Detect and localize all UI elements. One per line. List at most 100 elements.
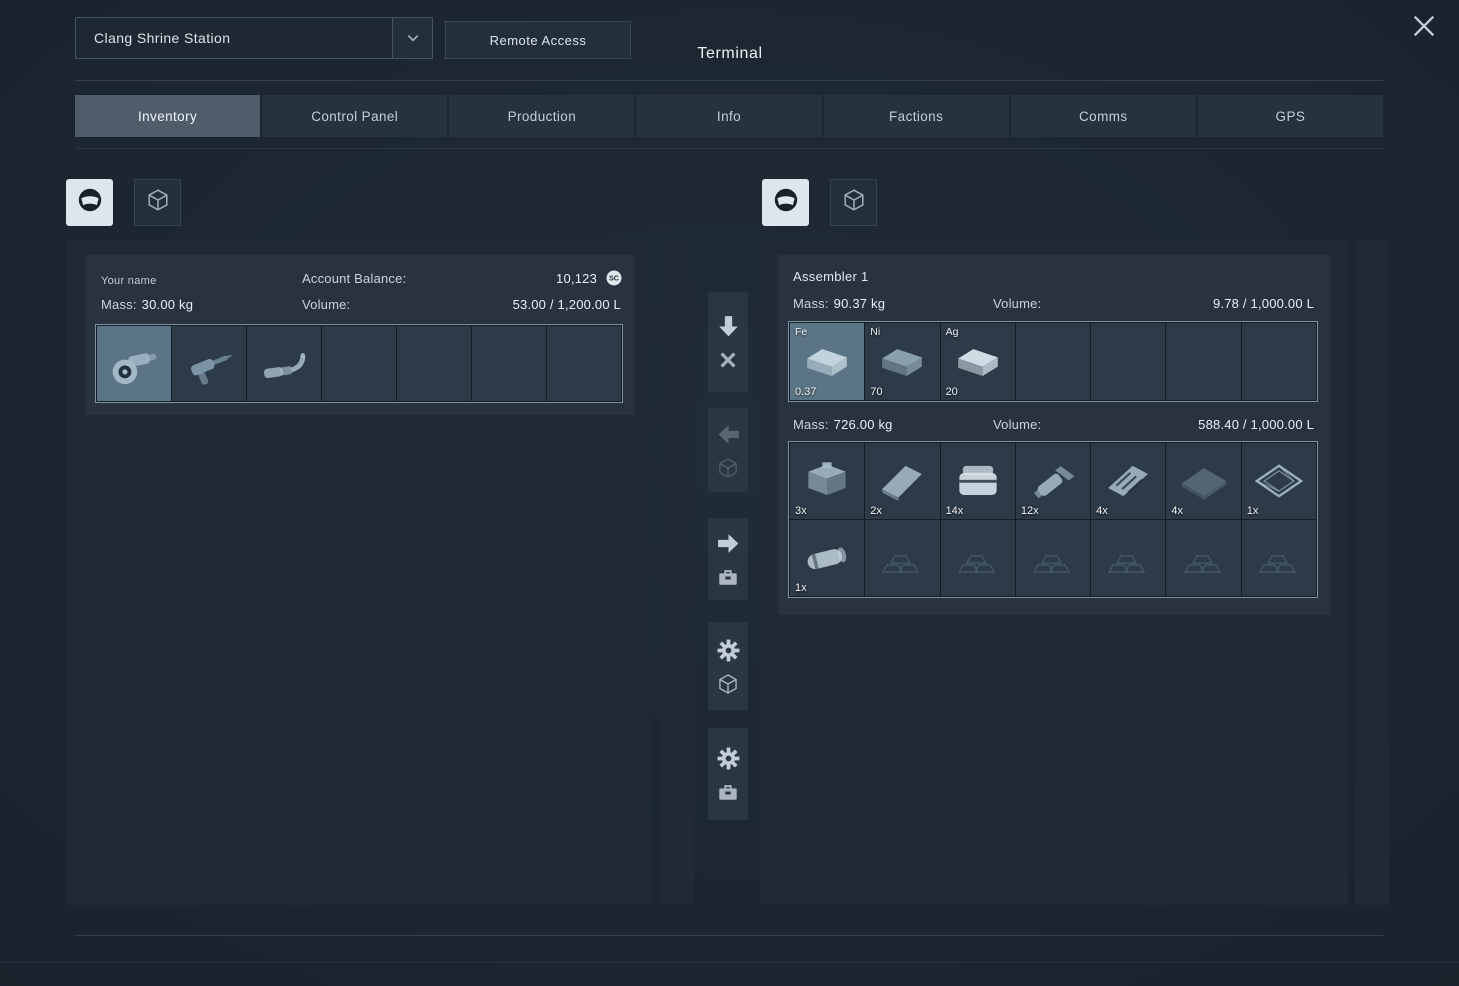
arrow-right-icon: [716, 531, 741, 556]
slot-metal-grid[interactable]: 1x: [1241, 443, 1316, 519]
auto-sort-container-button[interactable]: [708, 728, 748, 820]
chevron-down-icon[interactable]: [392, 18, 432, 58]
empty-slot[interactable]: [397, 326, 471, 401]
tab-inventory[interactable]: Inventory: [75, 95, 261, 137]
ingot-stack-ghost-icon: [1180, 534, 1228, 582]
tabs-divider: [75, 148, 1383, 149]
volume-label: Volume:: [993, 417, 1042, 432]
empty-slot[interactable]: [322, 326, 396, 401]
slot-ingot-stack-ghost[interactable]: [1166, 520, 1241, 596]
slot-quantity: 0.37: [795, 386, 817, 398]
ingot-stack-ghost-icon: [878, 534, 926, 582]
page-title: Terminal: [697, 45, 763, 62]
flat-panel-icon: [1176, 453, 1232, 509]
ingot-stack-ghost-icon: [1255, 534, 1303, 582]
tab-gps[interactable]: GPS: [1197, 95, 1383, 137]
slot-material-tag: Fe: [795, 326, 808, 338]
tab-bar: Inventory Control Panel Production Info Fact…: [75, 95, 1383, 137]
slot-welder[interactable]: [247, 326, 321, 401]
slot-silver-ingot[interactable]: Ag 20: [940, 323, 1015, 400]
slot-component-crate[interactable]: 3x: [790, 443, 865, 519]
arrow-down-icon: [716, 314, 741, 339]
empty-slot[interactable]: [1091, 323, 1166, 400]
large-tube-icon: [799, 530, 855, 586]
volume-label: Volume:: [993, 296, 1042, 311]
circuit-board-icon: [1100, 453, 1156, 509]
slot-large-tube[interactable]: 1x: [790, 520, 865, 596]
svg-text:SC: SC: [609, 275, 619, 283]
slot-flat-panel[interactable]: 4x: [1166, 443, 1241, 519]
block-cube-icon: [146, 188, 170, 217]
account-balance-label: Account Balance:: [302, 271, 407, 286]
gear-icon: [716, 746, 741, 771]
volume-value: 53.00 / 1,200.00 L: [512, 297, 621, 312]
close-icon[interactable]: [1410, 12, 1438, 40]
volume-label: Volume:: [302, 297, 351, 312]
left-character-filter-button[interactable]: [66, 179, 113, 226]
slot-thruster-part[interactable]: 12x: [1015, 443, 1091, 519]
x-mark-icon: [717, 349, 739, 371]
slot-ingot-stack-ghost[interactable]: [1015, 520, 1091, 596]
slot-quantity: 14x: [945, 505, 964, 517]
transfer-to-left-inventory-button[interactable]: [708, 408, 748, 492]
slot-quantity: 4x: [1096, 505, 1108, 517]
remote-access-button[interactable]: Remote Access: [445, 21, 631, 59]
transfer-buttons: [708, 292, 748, 820]
nickel-ingot-icon: [874, 334, 930, 390]
account-balance-value: 10,123: [556, 271, 597, 286]
station-selector-dropdown[interactable]: Clang Shrine Station: [75, 17, 433, 59]
tab-comms[interactable]: Comms: [1010, 95, 1196, 137]
angle-grinder-icon: [106, 336, 162, 392]
tab-control-panel[interactable]: Control Panel: [262, 95, 448, 137]
welder-icon: [256, 336, 312, 392]
slot-ingot-stack-ghost[interactable]: [1091, 520, 1166, 596]
empty-slot[interactable]: [547, 326, 621, 401]
arrow-left-icon: [716, 422, 741, 447]
tab-factions[interactable]: Factions: [823, 95, 1009, 137]
empty-slot[interactable]: [472, 326, 546, 401]
character-helmet-icon: [772, 186, 800, 219]
silver-ingot-icon: [950, 334, 1006, 390]
slot-angle-grinder[interactable]: [97, 326, 171, 401]
slot-hand-drill[interactable]: [172, 326, 246, 401]
empty-slot[interactable]: [1166, 323, 1241, 400]
slot-steel-plate[interactable]: 2x: [865, 443, 940, 519]
slot-ingot-stack-ghost[interactable]: [1241, 520, 1316, 596]
container-box-icon: [950, 453, 1006, 509]
assembler-input-grid: Fe 0.37 Ni 70 Ag 20: [788, 321, 1318, 402]
mass-label: Mass:: [793, 417, 829, 432]
remote-access-label: Remote Access: [489, 32, 587, 48]
slot-circuit-board[interactable]: 4x: [1091, 443, 1166, 519]
header-divider: [75, 80, 1383, 81]
component-crate-icon: [799, 453, 855, 509]
empty-slot[interactable]: [1015, 323, 1091, 400]
steel-plate-icon: [874, 453, 930, 509]
slot-nickel-ingot[interactable]: Ni 70: [865, 323, 940, 400]
right-scrollbar[interactable]: [1355, 240, 1389, 905]
slot-quantity: 4x: [1171, 505, 1184, 517]
container-icon: [717, 781, 739, 803]
right-block-filter-button[interactable]: [830, 179, 877, 226]
auto-sort-block-button[interactable]: [708, 622, 748, 710]
slot-ingot-stack-ghost[interactable]: [865, 520, 940, 596]
ingot-stack-ghost-icon: [1104, 534, 1152, 582]
slot-quantity: 1x: [1246, 505, 1259, 517]
volume-value: 9.78 / 1,000.00 L: [1213, 296, 1314, 311]
slot-container-box[interactable]: 14x: [940, 443, 1015, 519]
throw-out-button[interactable]: [708, 292, 748, 392]
tab-production[interactable]: Production: [449, 95, 635, 137]
right-character-filter-button[interactable]: [762, 179, 809, 226]
tab-info[interactable]: Info: [636, 95, 822, 137]
slot-iron-ingot[interactable]: Fe 0.37: [790, 323, 865, 400]
left-block-filter-button[interactable]: [134, 179, 181, 226]
slot-ingot-stack-ghost[interactable]: [940, 520, 1015, 596]
slot-quantity: 3x: [795, 505, 807, 517]
left-scrollbar[interactable]: [660, 240, 694, 905]
slot-quantity: 12x: [1020, 505, 1039, 517]
screen-bottom-divider: [0, 962, 1459, 963]
transfer-to-right-inventory-button[interactable]: [708, 518, 748, 600]
footer-divider: [75, 935, 1383, 936]
owner-name: Your name: [101, 275, 157, 287]
slot-quantity: 1x: [795, 582, 807, 594]
empty-slot[interactable]: [1241, 323, 1316, 400]
